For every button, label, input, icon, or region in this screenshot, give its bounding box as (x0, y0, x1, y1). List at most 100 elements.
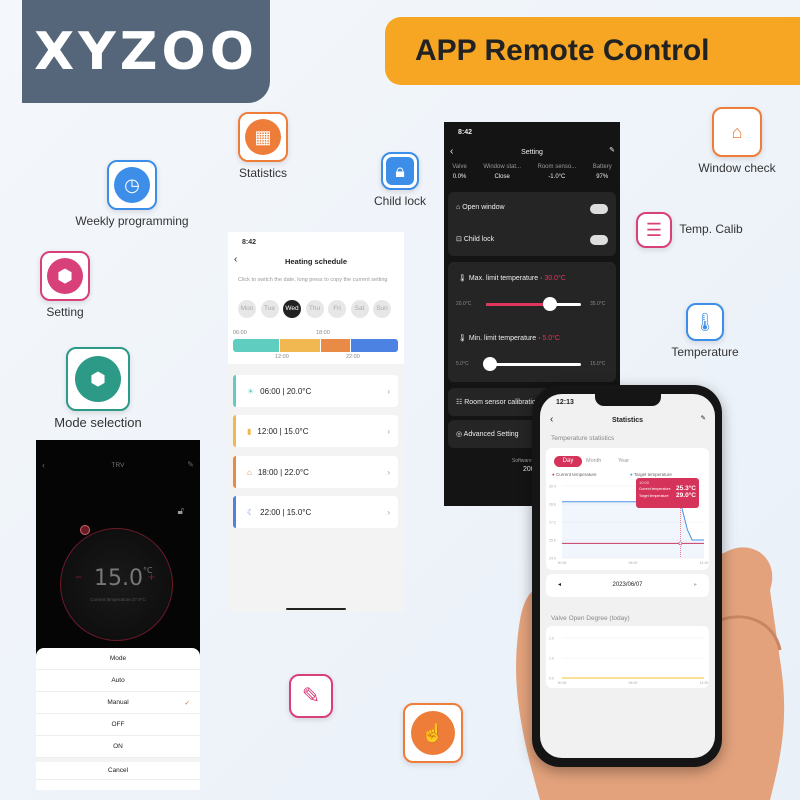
y-tick-label: 30.4 (549, 485, 556, 489)
y-tick-label: 28.8 (549, 503, 556, 507)
feature-label: Statistics (238, 166, 287, 180)
child-lock-toggle[interactable] (590, 235, 608, 245)
thermometer-icon: 🌡︎ (458, 335, 467, 342)
mode-on[interactable]: ON (36, 736, 200, 758)
feature-label: Window check (698, 161, 776, 175)
timeline-label: 06:00 (233, 330, 247, 336)
tab-day[interactable]: Day (554, 456, 582, 467)
slider-max: 15.0°C (590, 361, 606, 367)
min-limit-knob[interactable] (483, 357, 497, 371)
day-fri[interactable]: Fri (328, 299, 346, 318)
thermometer-icon: 🌡︎ (693, 311, 717, 332)
sun-icon: ☀ (247, 386, 255, 396)
mode-label: Manual (107, 699, 129, 706)
brand-logo: XYZOO (22, 0, 270, 103)
day-mon[interactable]: Mon (238, 299, 256, 318)
gear-icon: ⬢ (47, 258, 83, 294)
stat-label: Valve (452, 164, 467, 170)
tab-month[interactable]: Month (586, 458, 601, 464)
tooltip-label: Current temperature (639, 486, 671, 491)
schedule-item[interactable]: ☀ 06:00 | 20.0°C › (233, 375, 398, 407)
slider-min: 5.0°C (456, 361, 469, 367)
x-tick-label: 00:00 (558, 681, 567, 685)
setpoint: 15.0°C (94, 566, 153, 591)
touch-icon: ☝ (411, 711, 455, 755)
day-tue[interactable]: Tue (260, 299, 279, 318)
schedule-item[interactable]: ☾ 22:00 | 15.0°C › (233, 496, 398, 528)
day-selector: Mon Tue Wed Thu Fri Sat Sun (238, 297, 396, 318)
tab-year[interactable]: Year (618, 458, 629, 464)
feature-label: Temp. Calib (679, 222, 743, 237)
edit-icon[interactable]: ✎ (609, 146, 615, 154)
date-navigator: ◂ 2023/06/07 ▸ (546, 574, 709, 597)
nut-icon: ⬢ (75, 356, 121, 402)
sliders-icon: ☰ (645, 219, 663, 240)
open-window-row: ⌂ Open window (456, 204, 505, 211)
slider-min: 20.0°C (456, 301, 472, 307)
page-title: Statistics (611, 417, 644, 424)
feature-label: Temperature (671, 345, 739, 359)
dial-knob[interactable] (80, 525, 90, 535)
feature-statistics: ▦ Statistics (198, 112, 328, 180)
next-date-button[interactable]: ▸ (694, 581, 697, 588)
schedule-item[interactable]: ⌂ 18:00 | 22.0°C › (233, 456, 398, 488)
edit-icon[interactable]: ✎ (187, 460, 194, 469)
page-title: Heating schedule (284, 257, 348, 266)
limits-card: 🌡︎ Max. limit temperature · 30.0°C 20.0°… (448, 262, 616, 382)
sliders-icon: ☷ (456, 399, 463, 406)
segment-evening (320, 339, 351, 352)
open-window-label: Open window (462, 204, 505, 211)
open-window-toggle[interactable] (590, 204, 608, 214)
mode-auto[interactable]: Auto (36, 670, 200, 692)
tooltip-value: 25.3°C (676, 485, 696, 492)
stat-label: Window stat... (483, 164, 522, 170)
stat-value: Close (494, 174, 510, 180)
feature-temperature: 🌡︎ Temperature (640, 303, 770, 359)
touch-icon-badge: ☝ (403, 703, 463, 763)
decrease-button[interactable]: − (75, 570, 82, 584)
valve-chart-card: 0.0 1.0 2.0 00:00 06:00 12:00 (546, 626, 709, 688)
x-tick-label: 06:00 (629, 681, 638, 685)
max-limit-knob[interactable] (542, 297, 557, 311)
schedule-item[interactable]: ▮ 12:00 | 15.0°C › (233, 415, 398, 447)
mode-manual[interactable]: Manual ✓ (36, 692, 200, 714)
day-thu[interactable]: Thu (305, 299, 324, 318)
settings-icon: ◎ (456, 431, 463, 438)
chevron-right-icon: › (387, 426, 390, 436)
hint-text: Click to switch the date, long press to … (238, 277, 388, 283)
schedule-timeline[interactable] (233, 339, 398, 352)
day-sat[interactable]: Sat (350, 299, 369, 318)
mode-off[interactable]: OFF (36, 714, 200, 736)
max-limit-value: 30.0°C (544, 275, 566, 282)
y-tick-label: 25.6 (549, 539, 556, 543)
item-text: 06:00 | 20.0°C (260, 386, 312, 396)
notch (595, 394, 661, 406)
stat-label: Room senso... (537, 164, 577, 170)
setpoint-value: 15.0 (94, 566, 143, 591)
temperature-chart-card: Day Month Year ● Current temperature ● T… (546, 448, 709, 570)
legend-label: Target temperature (633, 472, 672, 477)
y-tick-label: 0.0 (549, 677, 554, 681)
min-limit-label: Min. limit temperature (468, 335, 537, 342)
min-limit-slider[interactable] (486, 363, 581, 366)
status-time: 8:42 (242, 239, 257, 246)
cancel-button[interactable]: Cancel (36, 758, 200, 780)
day-sun[interactable]: Sun (373, 299, 391, 318)
unlock-icon[interactable]: 🔓︎ (178, 506, 184, 517)
edit-icon[interactable]: ✎ (701, 414, 706, 422)
clock-icon: ◷ (114, 167, 150, 203)
door-icon: ▮ (247, 426, 252, 436)
max-limit-label: Max. limit temperature (468, 275, 539, 282)
current-temperature: Current temperature 27.9°C (90, 597, 146, 602)
stat-value: 0.0% (452, 174, 467, 180)
moon-icon: ☾ (247, 507, 255, 517)
min-limit-value: 5.0°C (542, 335, 560, 342)
timeline-label: 12:00 (275, 354, 289, 360)
day-wed[interactable]: Wed (283, 299, 301, 318)
house-search-icon: ⌂ (731, 121, 743, 142)
timeline-label: 18:00 (316, 330, 330, 336)
software-label: Software (512, 458, 532, 464)
heating-schedule-screen: 8:42 8:42 ‹ Heating schedule Click to sw… (228, 232, 404, 612)
page-title: TRV (111, 462, 125, 469)
x-tick-label: 12:00 (700, 681, 709, 685)
